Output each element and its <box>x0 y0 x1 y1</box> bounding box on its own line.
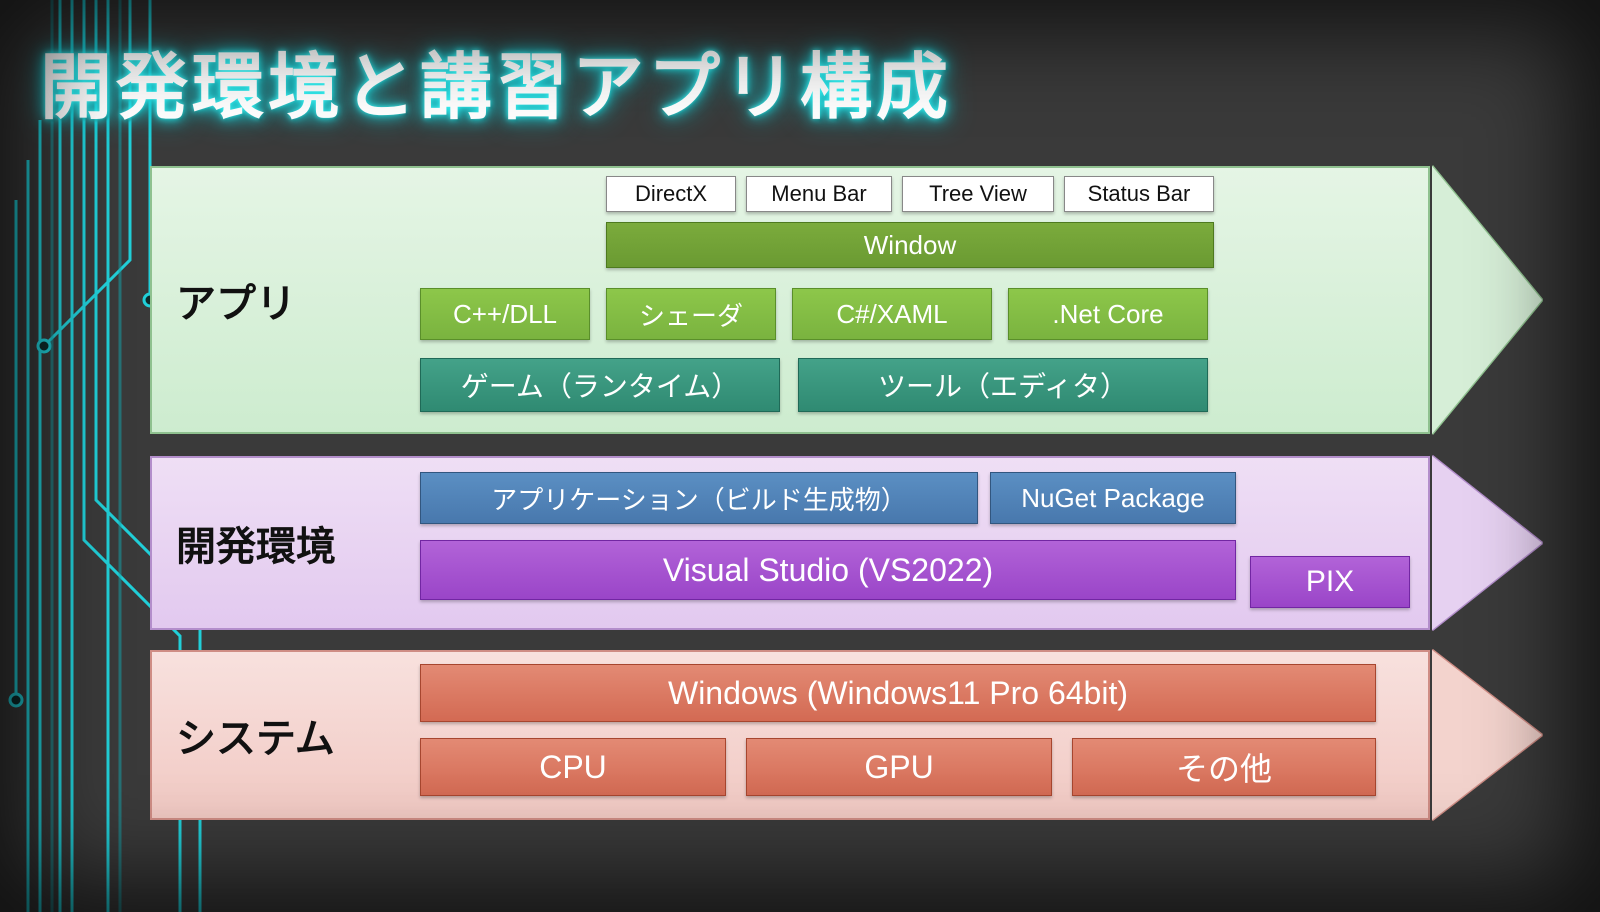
band-dev: 開発環境 アプリケーション（ビルド生成物） NuGet Package Visu… <box>150 456 1540 630</box>
app-tab-statusbar: Status Bar <box>1064 176 1214 212</box>
dev-top-appbuild: アプリケーション（ビルド生成物） <box>420 472 978 524</box>
sys-hw-cpu: CPU <box>420 738 726 796</box>
app-window: Window <box>606 222 1214 268</box>
app-tab-treeview: Tree View <box>902 176 1054 212</box>
band-dev-label: 開発環境 <box>176 514 336 572</box>
app-mid-csxaml: C#/XAML <box>792 288 992 340</box>
app-mid-netcore: .Net Core <box>1008 288 1208 340</box>
dev-top-nuget: NuGet Package <box>990 472 1236 524</box>
slide-title: 開発環境と講習アプリ構成 <box>40 28 952 133</box>
sys-os: Windows (Windows11 Pro 64bit) <box>420 664 1376 722</box>
dev-vs: Visual Studio (VS2022) <box>420 540 1236 600</box>
band-app-label: アプリ <box>176 271 296 329</box>
band-sys-label: システム <box>176 706 335 764</box>
app-tab-menubar: Menu Bar <box>746 176 892 212</box>
band-app: アプリ DirectX Menu Bar Tree View Status Ba… <box>150 166 1540 434</box>
app-bottom-tool: ツール（エディタ） <box>798 358 1208 412</box>
app-mid-cppdll: C++/DLL <box>420 288 590 340</box>
sys-hw-gpu: GPU <box>746 738 1052 796</box>
sys-hw-other: その他 <box>1072 738 1376 796</box>
app-mid-shader: シェーダ <box>606 288 776 340</box>
band-sys: システム Windows (Windows11 Pro 64bit) CPU G… <box>150 650 1540 820</box>
app-tab-directx: DirectX <box>606 176 736 212</box>
app-bottom-game: ゲーム（ランタイム） <box>420 358 780 412</box>
slide: 開発環境と講習アプリ構成 アプリ DirectX Menu Bar Tree V… <box>0 0 1600 912</box>
dev-pix: PIX <box>1250 556 1410 608</box>
